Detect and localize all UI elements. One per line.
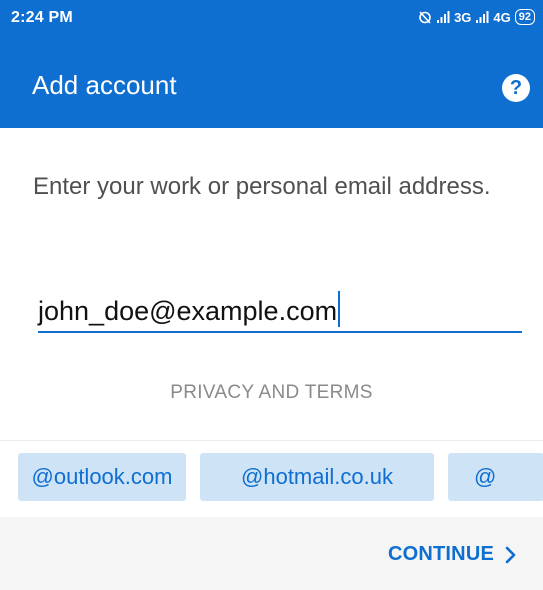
email-field[interactable]: john_doe@example.com <box>38 283 522 333</box>
status-icons: 3G 4G 92 <box>418 7 535 27</box>
bottom-bar: CONTINUE <box>0 517 543 590</box>
continue-button[interactable]: CONTINUE <box>388 543 517 566</box>
add-account-screen: 2:24 PM 3G 4G 92 Add account ? Enter you… <box>0 0 543 590</box>
email-input-value[interactable]: john_doe@example.com <box>38 291 341 327</box>
network-3g-label: 3G <box>454 9 472 25</box>
email-prompt: Enter your work or personal email addres… <box>33 173 491 200</box>
privacy-and-terms-link[interactable]: PRIVACY AND TERMS <box>0 382 543 404</box>
help-icon[interactable]: ? <box>502 74 530 102</box>
app-bar: Add account ? <box>0 36 543 128</box>
continue-label: CONTINUE <box>387 543 494 565</box>
chevron-right-icon <box>505 546 516 563</box>
status-time: 2:24 PM <box>11 9 73 26</box>
domain-chip-outlook[interactable]: @outlook.com <box>18 453 186 501</box>
signal-icon-2 <box>476 11 489 23</box>
page-title: Add account <box>32 70 177 100</box>
alarm-off-icon <box>419 11 431 24</box>
signal-icon <box>437 11 450 23</box>
network-4g-label: 4G <box>493 9 511 25</box>
domain-chip-hotmail[interactable]: @hotmail.co.uk <box>200 453 434 501</box>
domain-chip-more[interactable]: @ <box>448 453 543 501</box>
domain-suggestions: @outlook.com @hotmail.co.uk @ <box>18 453 543 501</box>
battery-icon: 92 <box>514 9 535 25</box>
divider <box>0 440 543 441</box>
text-cursor <box>338 291 341 327</box>
status-bar: 2:24 PM 3G 4G 92 <box>0 0 543 36</box>
